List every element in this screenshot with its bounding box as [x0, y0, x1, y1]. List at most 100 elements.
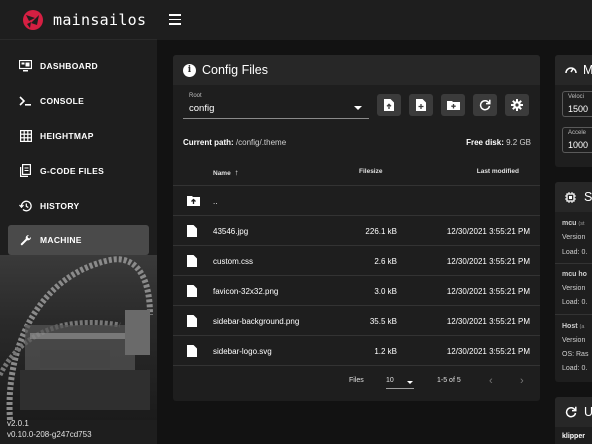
table-row-parent[interactable]: .. — [173, 186, 540, 216]
mainsail-logo-icon — [22, 9, 44, 31]
update-manager-header: U — [555, 397, 592, 427]
sidebar-item-label: G-CODE FILES — [40, 165, 105, 176]
per-page-select[interactable]: 10 — [386, 377, 414, 389]
velocity-label: Veloci — [568, 94, 585, 100]
root-select[interactable]: Root config — [183, 93, 369, 119]
gear-icon — [511, 99, 523, 111]
current-path: /config/.theme — [235, 138, 287, 147]
panel-title: U — [584, 405, 592, 419]
file-document-icon — [18, 163, 33, 178]
machine-limits-panel: M Veloci 1500 Accele 1000 — [555, 55, 592, 167]
sidebar-item-label: CONSOLE — [40, 95, 85, 106]
file-plus-icon — [416, 99, 426, 111]
table-row[interactable]: favicon-32x32.png 3.0 kB 12/30/2021 3:55… — [173, 276, 540, 306]
chevron-right-icon[interactable]: › — [520, 375, 524, 387]
file-name: sidebar-background.png — [213, 317, 300, 326]
column-last-modified[interactable]: Last modified — [477, 168, 519, 175]
table-row[interactable]: 43546.jpg 226.1 kB 12/30/2021 3:55:21 PM — [173, 216, 540, 246]
folder-plus-icon — [446, 101, 460, 110]
file-name: .. — [213, 197, 218, 206]
file-upload-icon — [384, 99, 394, 111]
speedometer-icon — [565, 67, 577, 74]
folder-up-icon — [187, 195, 200, 207]
sidebar-item-machine[interactable]: MACHINE — [8, 225, 149, 255]
refresh-icon — [479, 99, 491, 111]
sidebar-item-heightmap[interactable]: HEIGHTMAP — [0, 118, 157, 153]
chevron-left-icon[interactable]: ‹ — [489, 375, 493, 387]
free-disk-label: Free disk: — [466, 138, 504, 147]
logo-bar[interactable]: mainsailos — [0, 0, 157, 40]
app-name: mainsailos — [53, 10, 147, 29]
host-mcu-name: mcu ho — [562, 271, 587, 278]
velocity-value: 1500 — [568, 104, 589, 114]
sidebar-item-console[interactable]: CONSOLE — [0, 83, 157, 118]
column-name[interactable]: Name ↑ — [213, 168, 239, 177]
panel-title: M — [583, 63, 592, 77]
mcu-name: mcu — [562, 220, 577, 227]
table-row[interactable]: sidebar-logo.svg 1.2 kB 12/30/2021 3:55:… — [173, 336, 540, 366]
accel-field[interactable]: Accele 1000 — [562, 127, 592, 153]
settings-button[interactable] — [505, 94, 529, 116]
file-icon — [187, 345, 198, 357]
file-modified: 12/30/2021 3:55:21 PM — [446, 287, 530, 296]
sidebar-item-dashboard[interactable]: DASHBOARD — [0, 48, 157, 83]
mcu-load: Load: 0. — [562, 249, 588, 256]
path-row: Current path: /config/.theme Free disk: … — [183, 138, 531, 147]
file-name: sidebar-logo.svg — [213, 347, 272, 356]
mcu-version: Version — [562, 234, 586, 241]
upload-file-button[interactable] — [377, 94, 401, 116]
file-size: 226.1 kB — [365, 227, 397, 236]
sidebar-item-gcode-files[interactable]: G-CODE FILES — [0, 153, 157, 188]
file-modified: 12/30/2021 3:55:21 PM — [446, 227, 530, 236]
system-loads-panel: S mcu (st Version Load: 0. mcu ho Versio… — [555, 182, 592, 382]
host-title: Host (a — [562, 323, 584, 330]
machine-limits-header: M — [555, 55, 592, 85]
accel-value: 1000 — [568, 140, 589, 150]
file-icon — [187, 315, 198, 327]
current-path-label: Current path: — [183, 138, 234, 147]
host-os: OS: Ras — [562, 351, 589, 358]
chevron-down-icon — [407, 381, 413, 384]
create-folder-button[interactable] — [441, 94, 465, 116]
table-footer: Files 10 1-5 of 5 ‹ › — [173, 370, 540, 394]
file-name: 43546.jpg — [213, 227, 249, 236]
host-mcu-load: Load: 0. — [562, 299, 588, 306]
host-load: Load: 0. — [562, 365, 588, 372]
create-file-button[interactable] — [409, 94, 433, 116]
history-icon — [18, 198, 33, 213]
free-disk: Free disk: 9.2 GB — [466, 138, 531, 147]
system-loads-header: S — [555, 182, 592, 212]
top-bar — [157, 0, 592, 40]
sidebar-item-label: HISTORY — [40, 200, 80, 211]
console-icon — [18, 93, 33, 108]
wrench-icon — [18, 233, 33, 248]
mcu-tag: (st — [578, 221, 585, 227]
host-name: Host — [562, 323, 578, 330]
column-filesize[interactable]: Filesize — [359, 168, 382, 175]
file-name: custom.css — [213, 257, 254, 266]
page-range: 1-5 of 5 — [437, 377, 461, 384]
file-modified: 12/30/2021 3:55:21 PM — [446, 257, 530, 266]
sidebar: mainsailos DASHBOARD CONSOLE HEIGHTMAP G… — [0, 0, 157, 444]
per-page-value: 10 — [386, 377, 394, 384]
sidebar-item-history[interactable]: HISTORY — [0, 188, 157, 223]
root-select-value: config — [189, 103, 215, 114]
sidebar-item-label: MACHINE — [40, 235, 82, 245]
table-row[interactable]: custom.css 2.6 kB 12/30/2021 3:55:21 PM — [173, 246, 540, 276]
sidebar-background-image — [0, 255, 157, 420]
accel-label: Accele — [568, 130, 587, 136]
update-manager-panel: U klipper — [555, 397, 592, 444]
host-mcu-version: Version — [562, 285, 586, 292]
refresh-button[interactable] — [473, 94, 497, 116]
file-modified: 12/30/2021 3:55:21 PM — [446, 347, 530, 356]
file-size: 3.0 kB — [374, 287, 397, 296]
table-row[interactable]: sidebar-background.png 35.5 kB 12/30/202… — [173, 306, 540, 336]
menu-icon[interactable] — [169, 14, 181, 25]
sidebar-nav: DASHBOARD CONSOLE HEIGHTMAP G-CODE FILES… — [0, 40, 157, 255]
files-per-page-label: Files — [349, 377, 364, 384]
velocity-field[interactable]: Veloci 1500 — [562, 91, 592, 117]
grid-icon — [18, 128, 33, 143]
host-mcu-name-text: mcu ho — [562, 271, 587, 278]
version-info: v2.0.1 v0.10.0-208-g247cd753 — [7, 418, 92, 440]
mcu-title: mcu (st — [562, 220, 584, 227]
